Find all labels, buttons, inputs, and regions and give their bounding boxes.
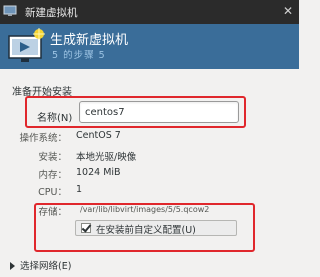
- install-value: 本地光驱/映像: [76, 152, 137, 163]
- customize-label: 在安装前自定义配置(U): [96, 225, 196, 236]
- close-icon[interactable]: ✕: [279, 2, 297, 20]
- install-label: 安装：: [38, 152, 67, 163]
- banner-step: 5 的步骤 5: [52, 50, 106, 61]
- expander-arrow-icon: [10, 262, 15, 270]
- banner-title: 生成新虚拟机: [50, 33, 129, 48]
- storage-path: /var/lib/libvirt/images/5/5.qcow2: [80, 205, 210, 214]
- os-label: 操作系统：: [19, 133, 67, 144]
- network-expander[interactable]: 选择网络(E): [10, 258, 71, 272]
- wizard-banner: 生成新虚拟机 5 的步骤 5: [0, 24, 299, 69]
- name-input[interactable]: [79, 101, 239, 123]
- cpu-label: CPU：: [38, 187, 67, 198]
- name-label: 名称(N): [37, 113, 73, 124]
- window-title: 新建虚拟机: [25, 7, 78, 19]
- checkbox-checked-icon[interactable]: [81, 223, 91, 233]
- vm-monitor-icon: [8, 28, 45, 62]
- memory-label: 内存：: [38, 170, 67, 181]
- window-titlebar: 新建虚拟机 ✕: [0, 0, 299, 24]
- storage-label: 存储：: [38, 207, 67, 218]
- customize-before-install-checkbox[interactable]: 在安装前自定义配置(U): [75, 220, 237, 236]
- memory-value: 1024 MiB: [76, 167, 121, 178]
- network-label: 选择网络(E): [20, 261, 72, 272]
- os-value: CentOS 7: [76, 130, 121, 141]
- vm-window-icon: [3, 5, 17, 16]
- cpu-value: 1: [76, 184, 83, 195]
